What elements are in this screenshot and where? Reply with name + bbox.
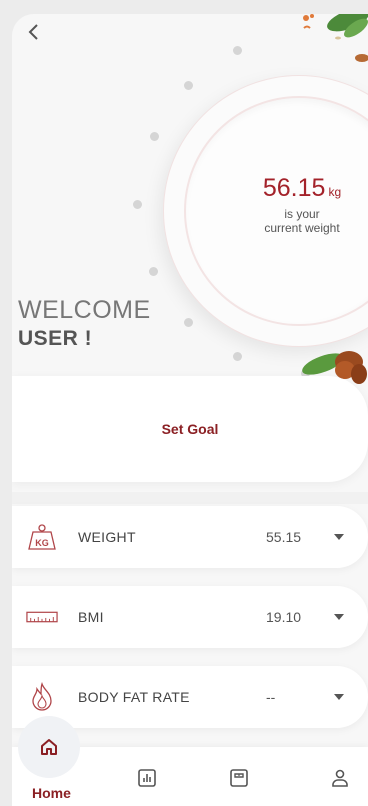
- back-button[interactable]: [22, 20, 46, 44]
- home-icon: [41, 739, 57, 755]
- set-goal-label: Set Goal: [161, 421, 219, 437]
- app-screen: 56.15 kg is your current weight WELCOME U…: [12, 14, 368, 806]
- kg-weight-icon: KG: [26, 522, 58, 552]
- nav-scale-button[interactable]: [227, 766, 251, 790]
- nav-profile-button[interactable]: [328, 766, 352, 790]
- weight-caption: is your current weight: [242, 207, 362, 235]
- svg-text:KG: KG: [35, 538, 49, 548]
- metric-bmi-label: BMI: [78, 609, 104, 625]
- dial-dot: [233, 352, 242, 361]
- metric-bmi-value: 19.10: [266, 609, 302, 625]
- food-decoration-image: [303, 14, 368, 62]
- chevron-down-icon: [334, 614, 344, 620]
- dial-dot: [184, 81, 193, 90]
- scale-icon: [230, 769, 248, 787]
- dial-dot: [149, 267, 158, 276]
- nav-home-label: Home: [32, 785, 71, 801]
- dial-dot: [184, 318, 193, 327]
- nav-stats-button[interactable]: [135, 766, 159, 790]
- chevron-left-icon: [28, 24, 38, 40]
- metric-weight-value: 55.15: [266, 529, 302, 545]
- chevron-down-icon: [334, 694, 344, 700]
- metric-body-fat-row[interactable]: BODY FAT RATE --: [12, 666, 368, 728]
- profile-icon: [332, 769, 348, 787]
- section-divider: [12, 492, 368, 504]
- metric-weight-label: WEIGHT: [78, 529, 136, 545]
- set-goal-button[interactable]: Set Goal: [12, 376, 368, 482]
- welcome-heading: WELCOME: [18, 296, 151, 324]
- ruler-icon: [26, 602, 58, 632]
- dial-dot: [233, 46, 242, 55]
- metric-bmi-row[interactable]: BMI 19.10: [12, 586, 368, 648]
- nav-home-button[interactable]: [18, 716, 80, 778]
- metric-body-fat-value: --: [266, 689, 276, 705]
- current-weight-unit: kg: [328, 185, 342, 199]
- dial-dot: [150, 132, 159, 141]
- weight-caption-line1: is your: [284, 207, 320, 221]
- current-weight-value: 56.15: [262, 174, 326, 202]
- weight-caption-line2: current weight: [264, 221, 340, 235]
- metric-body-fat-label: BODY FAT RATE: [78, 689, 190, 705]
- user-name: USER !: [18, 327, 93, 350]
- chevron-down-icon: [334, 534, 344, 540]
- metric-weight-row[interactable]: KG WEIGHT 55.15: [12, 506, 368, 568]
- current-weight-readout: 56.15 kg is your current weight: [242, 174, 362, 235]
- chart-icon: [138, 769, 156, 787]
- dial-dot: [133, 200, 142, 209]
- flame-icon: [26, 682, 58, 712]
- welcome-block: WELCOME USER !: [18, 296, 151, 351]
